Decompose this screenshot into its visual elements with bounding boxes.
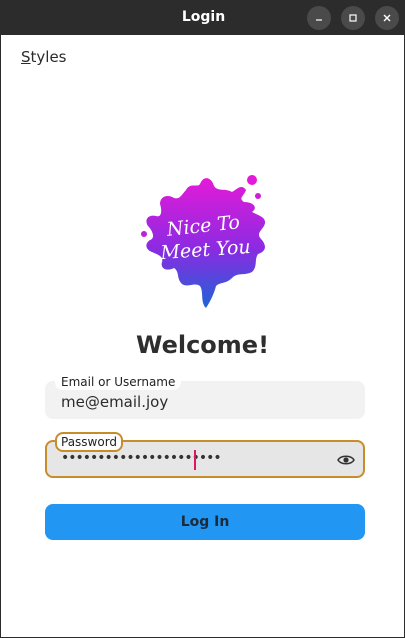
text-cursor bbox=[194, 450, 196, 470]
password-field-value[interactable]: •••••••••••••••••••••• bbox=[61, 450, 222, 466]
email-field-label: Email or Username bbox=[55, 374, 182, 390]
close-icon bbox=[383, 14, 391, 22]
email-field[interactable]: Email or Username me@email.joy bbox=[45, 374, 365, 419]
minimize-button[interactable] bbox=[307, 6, 331, 30]
login-button[interactable]: Log In bbox=[45, 504, 365, 540]
password-field[interactable]: Password •••••••••••••••••••••• bbox=[45, 432, 365, 478]
eye-icon[interactable] bbox=[337, 451, 355, 469]
welcome-heading: Welcome! bbox=[135, 331, 270, 359]
minimize-icon bbox=[316, 19, 322, 21]
maximize-button[interactable] bbox=[341, 6, 365, 30]
titlebar[interactable]: Login bbox=[1, 0, 404, 35]
maximize-icon bbox=[349, 14, 357, 22]
styles-menu[interactable]: Styles bbox=[21, 48, 67, 66]
email-field-value[interactable]: me@email.joy bbox=[61, 393, 168, 411]
password-field-label: Password bbox=[55, 432, 124, 452]
styles-menu-label: tyles bbox=[30, 48, 67, 66]
nice-to-meet-you-logo: Nice To Meet You bbox=[141, 175, 266, 308]
login-window: Login Styles Nice To Meet You Welcome! E… bbox=[0, 0, 405, 638]
close-button[interactable] bbox=[375, 6, 399, 30]
styles-mnemonic: S bbox=[21, 48, 31, 66]
